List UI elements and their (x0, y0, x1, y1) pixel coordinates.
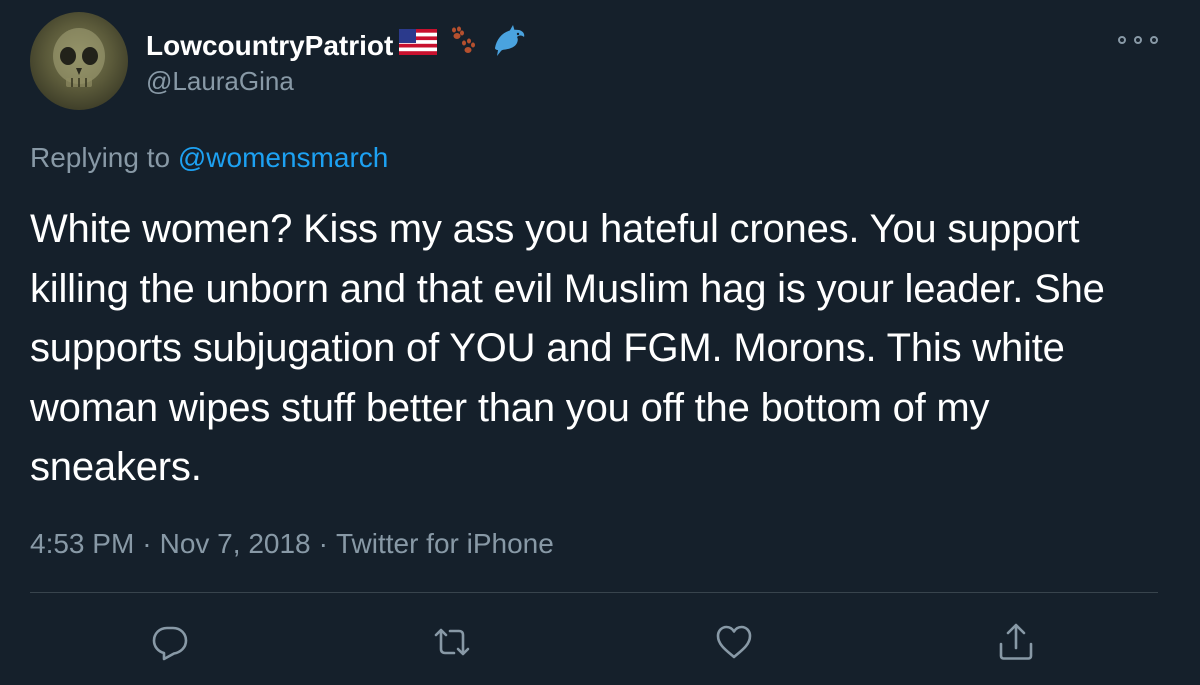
display-name[interactable]: LowcountryPatriot (146, 28, 393, 64)
retweet-icon[interactable] (432, 622, 472, 662)
tweet: LowcountryPatriot @LauraGina Replying to… (0, 0, 1200, 685)
tweet-text: White women? Kiss my ass you hateful cro… (30, 207, 1105, 489)
us-flag-icon (399, 28, 438, 64)
tweet-meta: 4:53 PM · Nov 7, 2018 · Twitter for iPhone (30, 526, 554, 562)
dot (1134, 36, 1142, 44)
replying-prefix: Replying to (30, 142, 171, 173)
dot (1118, 36, 1126, 44)
like-icon[interactable] (714, 622, 754, 662)
handle[interactable]: @LauraGina (146, 64, 294, 98)
tweet-time[interactable]: 4:53 PM (30, 528, 134, 559)
tweet-date[interactable]: Nov 7, 2018 (160, 528, 311, 559)
share-icon[interactable] (996, 622, 1036, 662)
paw-prints-icon (447, 26, 477, 65)
avatar[interactable] (30, 12, 128, 110)
dolphin-icon (491, 24, 527, 67)
separator: · (318, 528, 328, 559)
replying-to-link[interactable]: @womensmarch (178, 142, 388, 173)
separator: · (142, 528, 152, 559)
skull-avatar-image (53, 28, 105, 87)
replying-to: Replying to @womensmarch (30, 140, 388, 176)
display-name-row[interactable]: LowcountryPatriot (146, 24, 527, 67)
reply-icon[interactable] (150, 622, 190, 662)
tweet-source[interactable]: Twitter for iPhone (336, 528, 554, 559)
more-options-icon[interactable] (1118, 30, 1158, 50)
divider (30, 592, 1158, 593)
dot (1150, 36, 1158, 44)
